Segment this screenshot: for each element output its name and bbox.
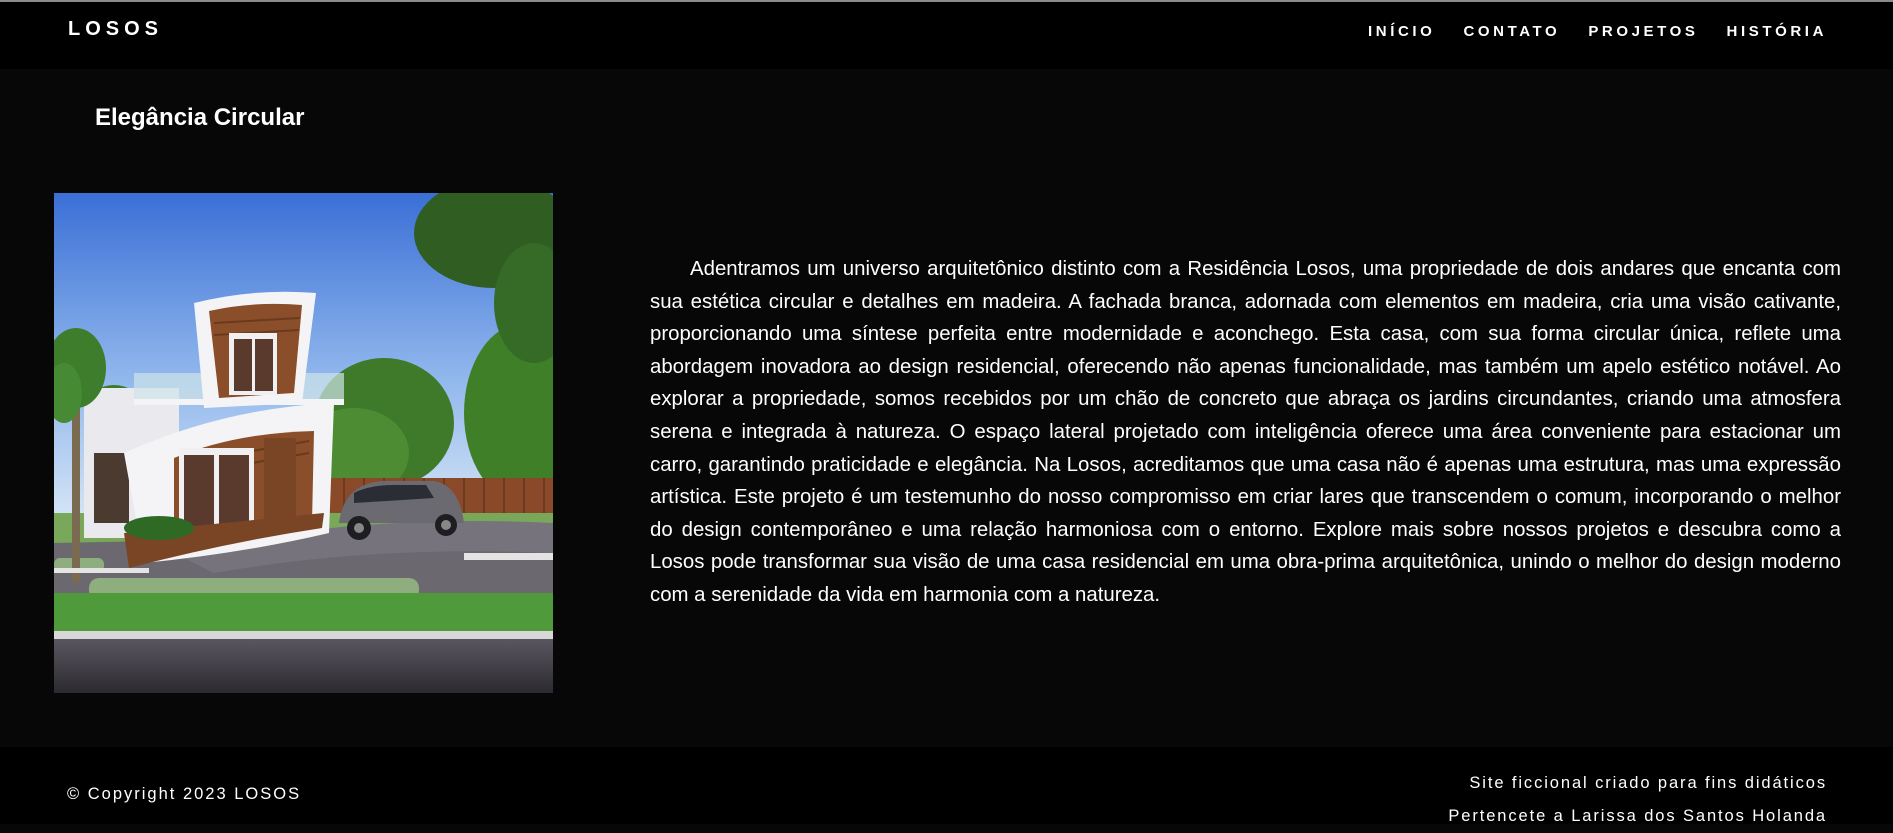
house-photo <box>54 193 553 693</box>
page-title: Elegância Circular <box>95 104 305 131</box>
nav-inicio[interactable]: INÍCIO <box>1368 23 1435 40</box>
project-description: Adentramos um universo arquitetônico dis… <box>650 258 1841 606</box>
copyright-text: © Copyright 2023 LOSOS <box>67 785 302 803</box>
footer-note-line1: Site ficcional criado para fins didático… <box>1469 774 1827 792</box>
nav-contato[interactable]: CONTATO <box>1463 23 1560 40</box>
main-nav: INÍCIO CONTATO PROJETOS HISTÓRIA <box>1368 23 1827 40</box>
nav-projetos[interactable]: PROJETOS <box>1588 23 1698 40</box>
site-logo[interactable]: LOSOS <box>68 18 163 41</box>
footer-note-line2: Pertencete a Larissa dos Santos Holanda <box>1448 807 1827 825</box>
site-footer: © Copyright 2023 LOSOS Site ficcional cr… <box>0 747 1893 825</box>
main-content: Elegância Circular Adentramos um univers… <box>0 69 1893 747</box>
site-header: LOSOS INÍCIO CONTATO PROJETOS HISTÓRIA <box>0 2 1893 69</box>
nav-historia[interactable]: HISTÓRIA <box>1727 23 1827 40</box>
footer-note: Site ficcional criado para fins didático… <box>1448 767 1827 833</box>
